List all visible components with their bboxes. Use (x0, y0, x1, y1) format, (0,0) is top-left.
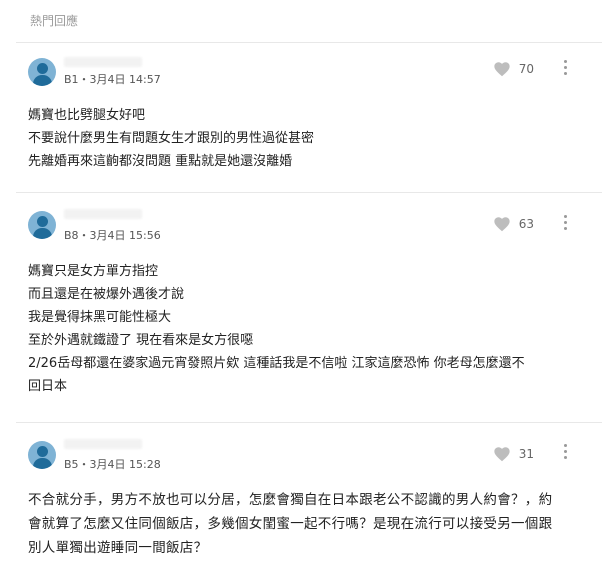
comment-meta: B5・3月4日 15:28 (64, 458, 161, 471)
heart-icon[interactable] (493, 216, 511, 232)
comment-content: 媽寶也比劈腿女好吧 不要說什麼男生有問題女生才跟別的男性過從甚密 先離婚再來這齣… (28, 104, 576, 173)
comment-line: 媽寶也比劈腿女好吧 (28, 108, 146, 123)
heart-icon[interactable] (493, 61, 511, 77)
like-count: 63 (518, 217, 534, 231)
like-button[interactable]: 70 (493, 61, 534, 77)
avatar[interactable] (28, 211, 56, 239)
comment-line: 而且還是在被爆外遇後才說 (28, 287, 185, 302)
username-redacted (64, 209, 142, 219)
more-options-icon[interactable] (561, 444, 571, 462)
comment-line: 不要說什麼男生有問題女生才跟別的男性過從甚密 (28, 131, 315, 146)
more-options-icon[interactable] (561, 215, 571, 233)
username-redacted (64, 439, 142, 449)
comment-line: 先離婚再來這齣都沒問題 重點就是她還沒離婚 (28, 154, 293, 169)
more-options-icon[interactable] (561, 60, 571, 78)
like-button[interactable]: 63 (493, 216, 534, 232)
like-count: 70 (518, 62, 534, 76)
like-count: 31 (518, 447, 534, 461)
username-redacted (64, 57, 142, 67)
comment-line: 2/26岳母都還在婆家過元宵發照片欸 這種話我是不信啦 江家這麼恐怖 你老母怎麼… (28, 356, 525, 371)
divider (16, 192, 602, 193)
section-title: 熱門回應 (30, 14, 79, 28)
comment-line: 會就算了怎麼又住同個飯店，多幾個女閨蜜一起不行嗎？是現在流行可以接受另一個跟 (28, 516, 553, 532)
divider (16, 422, 602, 423)
like-button[interactable]: 31 (493, 446, 534, 462)
comment-line: 我是覺得抹黑可能性極大 (28, 310, 172, 325)
comment-line: 回日本 (28, 379, 68, 394)
comment-content: 媽寶只是女方單方指控 而且還是在被爆外遇後才說 我是覺得抹黑可能性極大 至於外遇… (28, 260, 576, 398)
avatar[interactable] (28, 441, 56, 469)
comment-meta: B8・3月4日 15:56 (64, 229, 161, 242)
comment-content: 不合就分手，男方不放也可以分居，怎麼會獨自在日本跟老公不認識的男人約會？，約 會… (28, 488, 576, 560)
comment-line: 不合就分手，男方不放也可以分居，怎麼會獨自在日本跟老公不認識的男人約會？，約 (28, 492, 553, 508)
comment-line: 別人單獨出遊睡同一間飯店？ (28, 540, 208, 556)
comment-meta: B1・3月4日 14:57 (64, 73, 161, 86)
avatar[interactable] (28, 58, 56, 86)
divider (16, 42, 602, 43)
comment-line: 媽寶只是女方單方指控 (28, 264, 159, 279)
comment-line: 至於外遇就鐵證了 現在看來是女方很噁 (28, 333, 254, 348)
heart-icon[interactable] (493, 446, 511, 462)
